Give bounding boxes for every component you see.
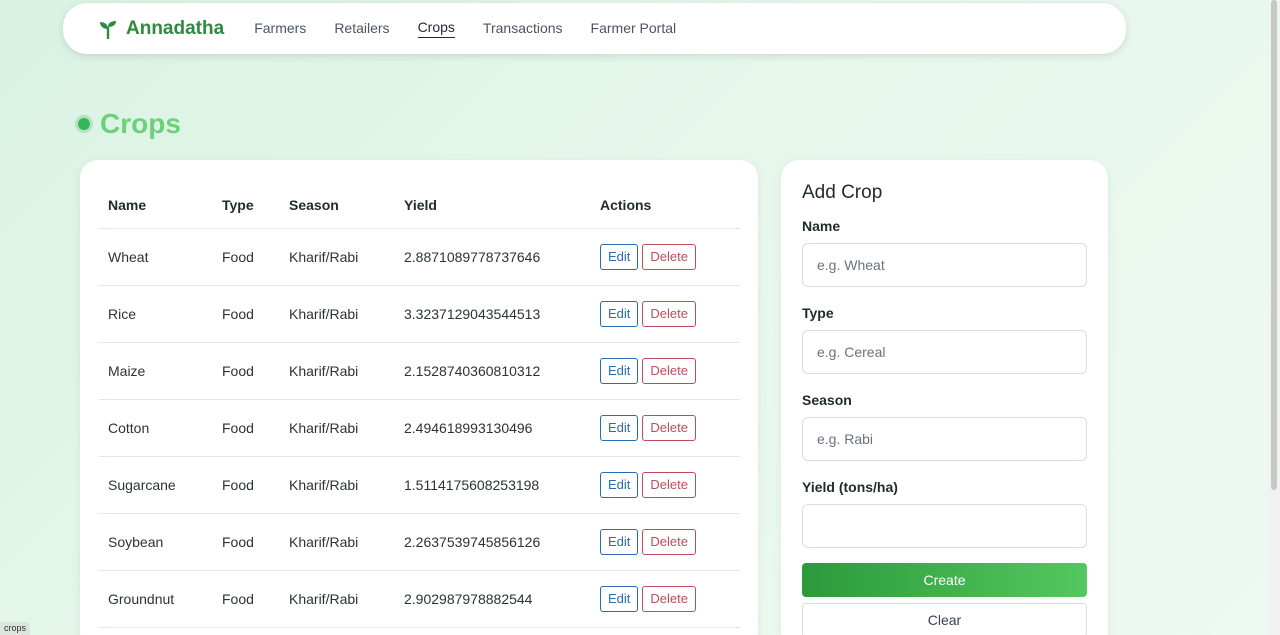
- edit-button[interactable]: Edit: [600, 357, 639, 384]
- cell-type: Food: [212, 285, 279, 343]
- header-actions: Actions: [590, 182, 740, 229]
- cell-season: Kharif/Rabi: [279, 228, 394, 286]
- edit-button[interactable]: Edit: [600, 414, 639, 441]
- edit-button[interactable]: Edit: [600, 243, 639, 270]
- cell-actions: Edit Delete: [590, 228, 740, 286]
- sprout-icon: [100, 20, 116, 39]
- cell-name: Groundnut: [98, 570, 212, 628]
- page-title: Crops: [100, 108, 181, 139]
- yield-input[interactable]: [802, 504, 1087, 548]
- crops-table-card: Name Type Season Yield Actions Wheat Foo…: [80, 160, 758, 635]
- cell-season: Kharif/Rabi: [279, 570, 394, 628]
- table-row: Wheat Food Kharif/Rabi 2.887108977873764…: [98, 228, 740, 286]
- edit-button[interactable]: Edit: [600, 471, 639, 498]
- nav-link-farmer-portal[interactable]: Farmer Portal: [591, 20, 677, 38]
- page-scrollbar[interactable]: [1268, 0, 1280, 635]
- table-row: Maize Food Kharif/Rabi 2.152874036081031…: [98, 342, 740, 400]
- nav-link-farmers[interactable]: Farmers: [254, 20, 306, 38]
- edit-button[interactable]: Edit: [600, 528, 639, 555]
- cell-yield: 2.2637539745856126: [394, 513, 590, 571]
- cell-season: Kharif/Rabi: [279, 513, 394, 571]
- header-name: Name: [98, 182, 212, 229]
- type-label: Type: [802, 305, 834, 321]
- name-label: Name: [802, 218, 841, 234]
- cell-name: Soybean: [98, 513, 212, 571]
- cell-yield: 2.1528740360810312: [394, 342, 590, 400]
- delete-button[interactable]: Delete: [642, 414, 696, 441]
- cell-type: Food: [212, 342, 279, 400]
- table-row: Cotton Food Kharif/Rabi 2.49461899313049…: [98, 399, 740, 457]
- cell-season: Kharif/Rabi: [279, 399, 394, 457]
- table-row: Sugarcane Food Kharif/Rabi 1.51141756082…: [98, 456, 740, 514]
- create-button[interactable]: Create: [802, 563, 1087, 597]
- delete-button[interactable]: Delete: [642, 528, 696, 555]
- cell-type: Food: [212, 456, 279, 514]
- table-header-row: Name Type Season Yield Actions: [98, 182, 740, 229]
- cell-type: Food: [212, 570, 279, 628]
- cell-actions: Edit Delete: [590, 399, 740, 457]
- cell-actions: Edit Delete: [590, 285, 740, 343]
- top-navbar: Annadatha Farmers Retailers Crops Transa…: [63, 3, 1126, 54]
- delete-button[interactable]: Delete: [642, 243, 696, 270]
- crops-table: Name Type Season Yield Actions Wheat Foo…: [98, 182, 740, 628]
- type-input[interactable]: [802, 330, 1087, 374]
- brand-name: Annadatha: [126, 17, 225, 39]
- nav-link-retailers[interactable]: Retailers: [334, 20, 389, 38]
- yield-label: Yield (tons/ha): [802, 479, 898, 495]
- scrollbar-thumb[interactable]: [1271, 0, 1277, 490]
- heading-dot-icon: [78, 118, 90, 130]
- cell-name: Sugarcane: [98, 456, 212, 514]
- delete-button[interactable]: Delete: [642, 471, 696, 498]
- form-title: Add Crop: [802, 182, 883, 203]
- header-type: Type: [212, 182, 279, 229]
- cell-type: Food: [212, 513, 279, 571]
- cell-yield: 2.8871089778737646: [394, 228, 590, 286]
- table-row: Soybean Food Kharif/Rabi 2.2637539745856…: [98, 513, 740, 571]
- cell-name: Wheat: [98, 228, 212, 286]
- header-season: Season: [279, 182, 394, 229]
- table-row: Groundnut Food Kharif/Rabi 2.90298797888…: [98, 570, 740, 628]
- status-url-tip: crops: [0, 622, 31, 635]
- nav-link-transactions[interactable]: Transactions: [483, 20, 563, 38]
- nav-link-crops[interactable]: Crops: [417, 19, 455, 38]
- edit-button[interactable]: Edit: [600, 585, 639, 612]
- edit-button[interactable]: Edit: [600, 300, 639, 327]
- cell-season: Kharif/Rabi: [279, 285, 394, 343]
- cell-name: Cotton: [98, 399, 212, 457]
- name-input[interactable]: [802, 243, 1087, 287]
- clear-button[interactable]: Clear: [802, 603, 1087, 635]
- cell-actions: Edit Delete: [590, 513, 740, 571]
- cell-yield: 1.5114175608253198: [394, 456, 590, 514]
- cell-name: Maize: [98, 342, 212, 400]
- delete-button[interactable]: Delete: [642, 300, 696, 327]
- add-crop-form: Add Crop Name Type Season Yield (tons/ha…: [781, 160, 1108, 635]
- delete-button[interactable]: Delete: [642, 585, 696, 612]
- delete-button[interactable]: Delete: [642, 357, 696, 384]
- cell-name: Rice: [98, 285, 212, 343]
- table-row: Rice Food Kharif/Rabi 3.3237129043544513…: [98, 285, 740, 343]
- season-input[interactable]: [802, 417, 1087, 461]
- cell-type: Food: [212, 399, 279, 457]
- season-label: Season: [802, 392, 852, 408]
- cell-actions: Edit Delete: [590, 570, 740, 628]
- brand[interactable]: Annadatha: [98, 18, 224, 40]
- page-heading: Crops: [78, 108, 181, 140]
- cell-yield: 2.494618993130496: [394, 399, 590, 457]
- cell-type: Food: [212, 228, 279, 286]
- cell-season: Kharif/Rabi: [279, 342, 394, 400]
- cell-yield: 2.902987978882544: [394, 570, 590, 628]
- cell-actions: Edit Delete: [590, 342, 740, 400]
- cell-yield: 3.3237129043544513: [394, 285, 590, 343]
- cell-actions: Edit Delete: [590, 456, 740, 514]
- header-yield: Yield: [394, 182, 590, 229]
- cell-season: Kharif/Rabi: [279, 456, 394, 514]
